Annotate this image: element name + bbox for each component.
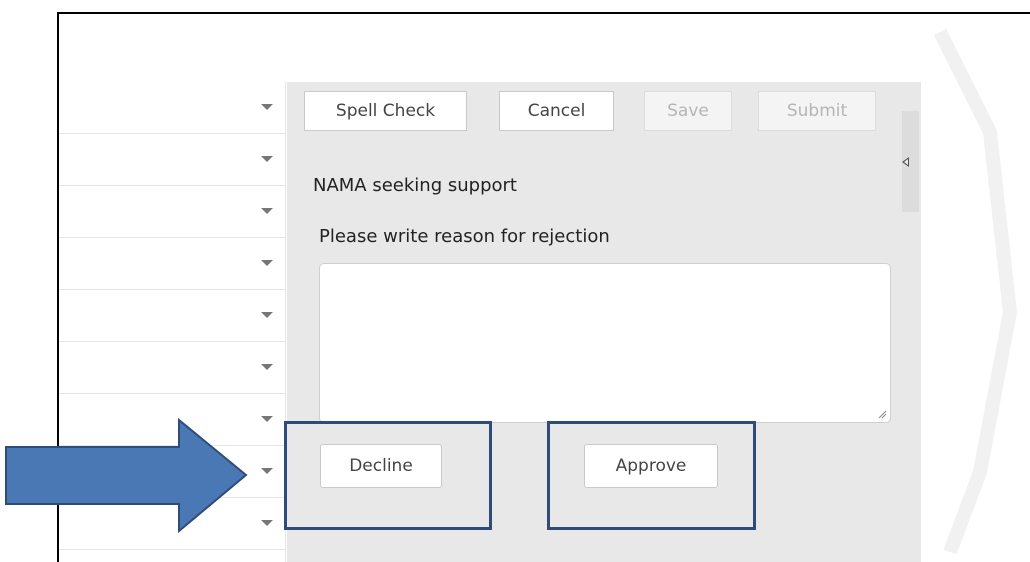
decline-highlight-box bbox=[284, 421, 492, 530]
watermark bbox=[933, 28, 1018, 555]
resize-handle-icon[interactable] bbox=[878, 410, 887, 419]
cancel-button[interactable]: Cancel bbox=[499, 91, 614, 131]
chevron-down-icon[interactable] bbox=[261, 468, 273, 474]
chevron-down-icon[interactable] bbox=[261, 208, 273, 214]
save-button[interactable]: Save bbox=[644, 91, 732, 131]
list-item[interactable] bbox=[59, 186, 285, 238]
chevron-down-icon[interactable] bbox=[261, 312, 273, 318]
collapse-panel-icon[interactable] bbox=[902, 157, 909, 167]
spell-check-button[interactable]: Spell Check bbox=[304, 91, 467, 131]
list-item[interactable] bbox=[59, 342, 285, 394]
chevron-down-icon[interactable] bbox=[261, 364, 273, 370]
list-item[interactable] bbox=[59, 134, 285, 186]
submit-button[interactable]: Submit bbox=[758, 91, 876, 131]
request-title: NAMA seeking support bbox=[313, 175, 517, 196]
chevron-down-icon[interactable] bbox=[261, 156, 273, 162]
pointer-arrow bbox=[5, 418, 248, 534]
reason-label: Please write reason for rejection bbox=[319, 226, 610, 247]
chevron-down-icon[interactable] bbox=[261, 520, 273, 526]
list-item[interactable] bbox=[59, 82, 285, 134]
chevron-down-icon[interactable] bbox=[261, 104, 273, 110]
chevron-down-icon[interactable] bbox=[261, 260, 273, 266]
chevron-down-icon[interactable] bbox=[261, 416, 273, 422]
list-item[interactable] bbox=[59, 290, 285, 342]
reason-textarea[interactable] bbox=[319, 263, 891, 423]
approve-highlight-box bbox=[547, 421, 756, 530]
list-item[interactable] bbox=[59, 238, 285, 290]
